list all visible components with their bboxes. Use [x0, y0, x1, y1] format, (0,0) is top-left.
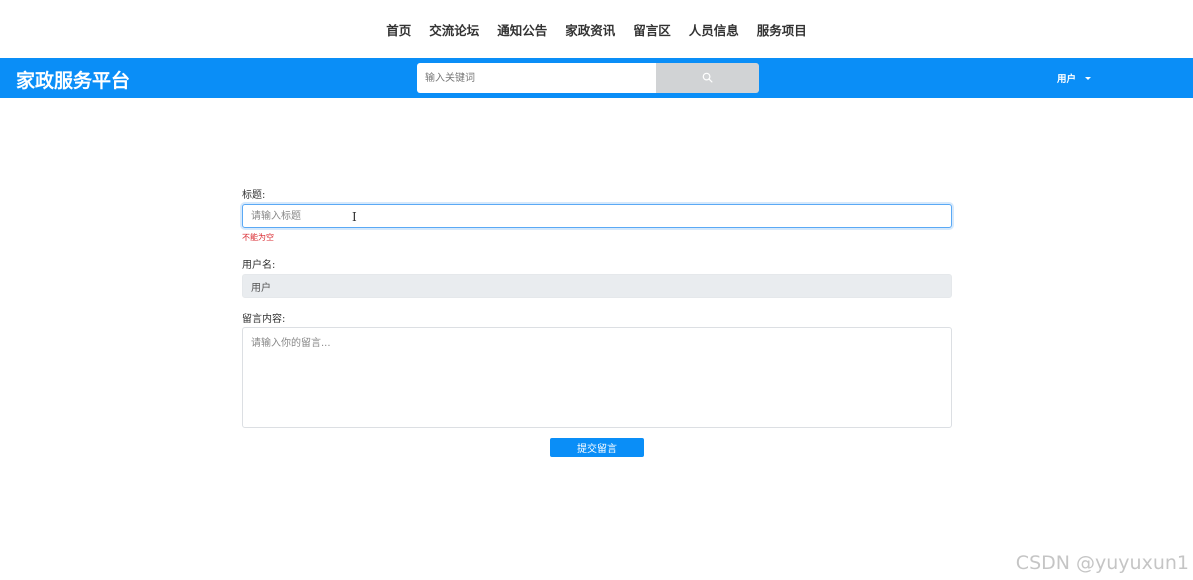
search-bar: [417, 63, 759, 93]
nav-item-staff-info[interactable]: 人员信息: [680, 20, 748, 39]
username-input[interactable]: [242, 274, 952, 298]
submit-message-button[interactable]: 提交留言: [550, 438, 644, 457]
nav-item-news[interactable]: 家政资讯: [556, 20, 624, 39]
text-cursor-icon: I: [352, 210, 357, 224]
brand-title[interactable]: 家政服务平台: [16, 66, 130, 93]
search-icon: [702, 71, 713, 86]
watermark: CSDN @yuyuxun1: [1015, 552, 1189, 574]
nav-item-notices[interactable]: 通知公告: [488, 20, 556, 39]
user-menu[interactable]: 用户: [1057, 71, 1092, 85]
nav-item-home[interactable]: 首页: [377, 20, 420, 39]
search-button[interactable]: [656, 63, 759, 93]
nav-item-services[interactable]: 服务项目: [748, 20, 816, 39]
top-navigation: 首页 交流论坛 通知公告 家政资讯 留言区 人员信息 服务项目: [0, 0, 1193, 58]
search-input[interactable]: [417, 63, 656, 93]
content-textarea[interactable]: [242, 327, 952, 428]
title-label: 标题:: [242, 190, 266, 201]
user-menu-label: 用户: [1057, 74, 1077, 85]
caret-down-icon: [1085, 76, 1092, 80]
username-label: 用户名:: [242, 260, 276, 271]
title-error-message: 不能为空: [242, 233, 274, 242]
content-label: 留言内容:: [242, 314, 286, 325]
header-bar: 家政服务平台 用户: [0, 58, 1193, 98]
nav-item-message-board[interactable]: 留言区: [624, 20, 680, 39]
nav-item-forum[interactable]: 交流论坛: [420, 20, 488, 39]
title-input[interactable]: [242, 204, 952, 228]
